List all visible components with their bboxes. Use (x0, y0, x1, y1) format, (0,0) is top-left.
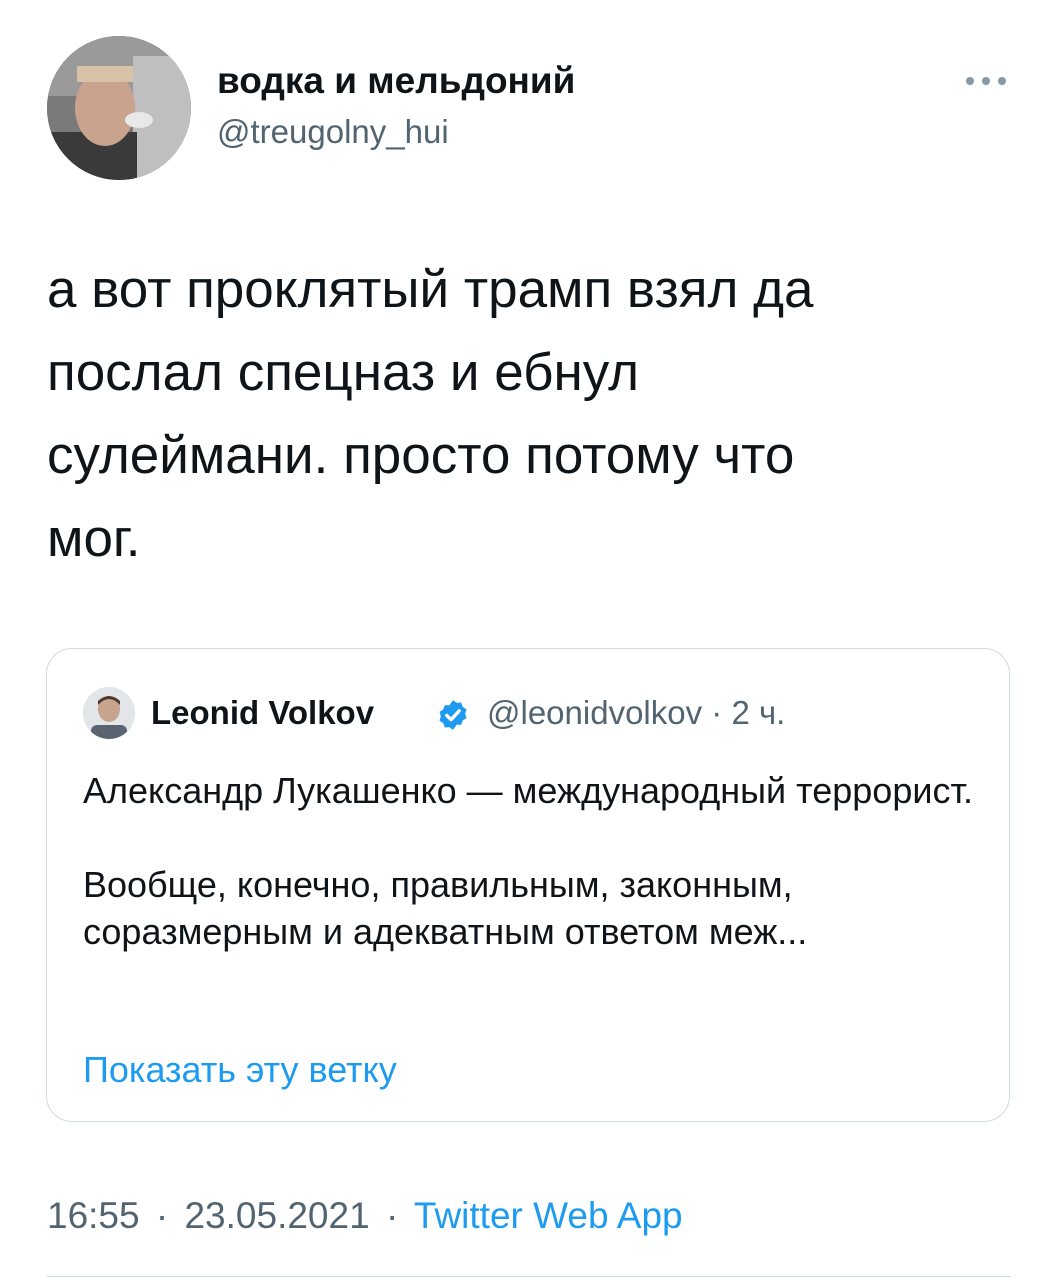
show-thread-link[interactable]: Показать эту ветку (83, 1049, 397, 1091)
footer-separator: · (385, 1195, 399, 1236)
divider (47, 1276, 1011, 1277)
tweet-text: а вот проклятый трамп взял да послал спе… (47, 260, 814, 568)
author-avatar[interactable] (47, 36, 191, 180)
quoted-author-display-name[interactable]: Leonid Volkov (151, 694, 374, 732)
tweet-footer: 16:55 · 23.05.2021 · Twitter Web App (47, 1195, 683, 1237)
verified-badge-icon (439, 700, 467, 730)
more-options-button[interactable] (960, 62, 1012, 98)
more-horizontal-icon (966, 77, 974, 85)
avatar-photo (47, 36, 191, 180)
quoted-author-avatar[interactable] (83, 687, 135, 739)
meta-separator: · (711, 694, 723, 731)
quoted-text-paragraph-1: Александр Лукашенко — международный терр… (83, 770, 973, 811)
quoted-time[interactable]: 2 ч. (731, 694, 785, 731)
author-display-name[interactable]: водка и мельдоний (217, 60, 575, 102)
quoted-tweet-card[interactable]: Leonid Volkov @leonidvolkov · 2 ч. Алекс… (46, 648, 1010, 1122)
tweet-source-link[interactable]: Twitter Web App (414, 1195, 683, 1236)
author-handle[interactable]: @treugolny_hui (217, 113, 449, 151)
quoted-tweet-text: Александр Лукашенко — международный терр… (83, 767, 983, 955)
avatar-photo (83, 687, 135, 739)
quoted-meta: @leonidvolkov · 2 ч. (487, 694, 785, 732)
tweet-date[interactable]: 23.05.2021 (184, 1195, 369, 1236)
quoted-text-paragraph-2: Вообще, конечно, правильным, законным, с… (83, 864, 808, 952)
footer-separator: · (155, 1195, 169, 1236)
quoted-author-handle[interactable]: @leonidvolkov (487, 694, 702, 731)
tweet-time[interactable]: 16:55 (47, 1195, 140, 1236)
